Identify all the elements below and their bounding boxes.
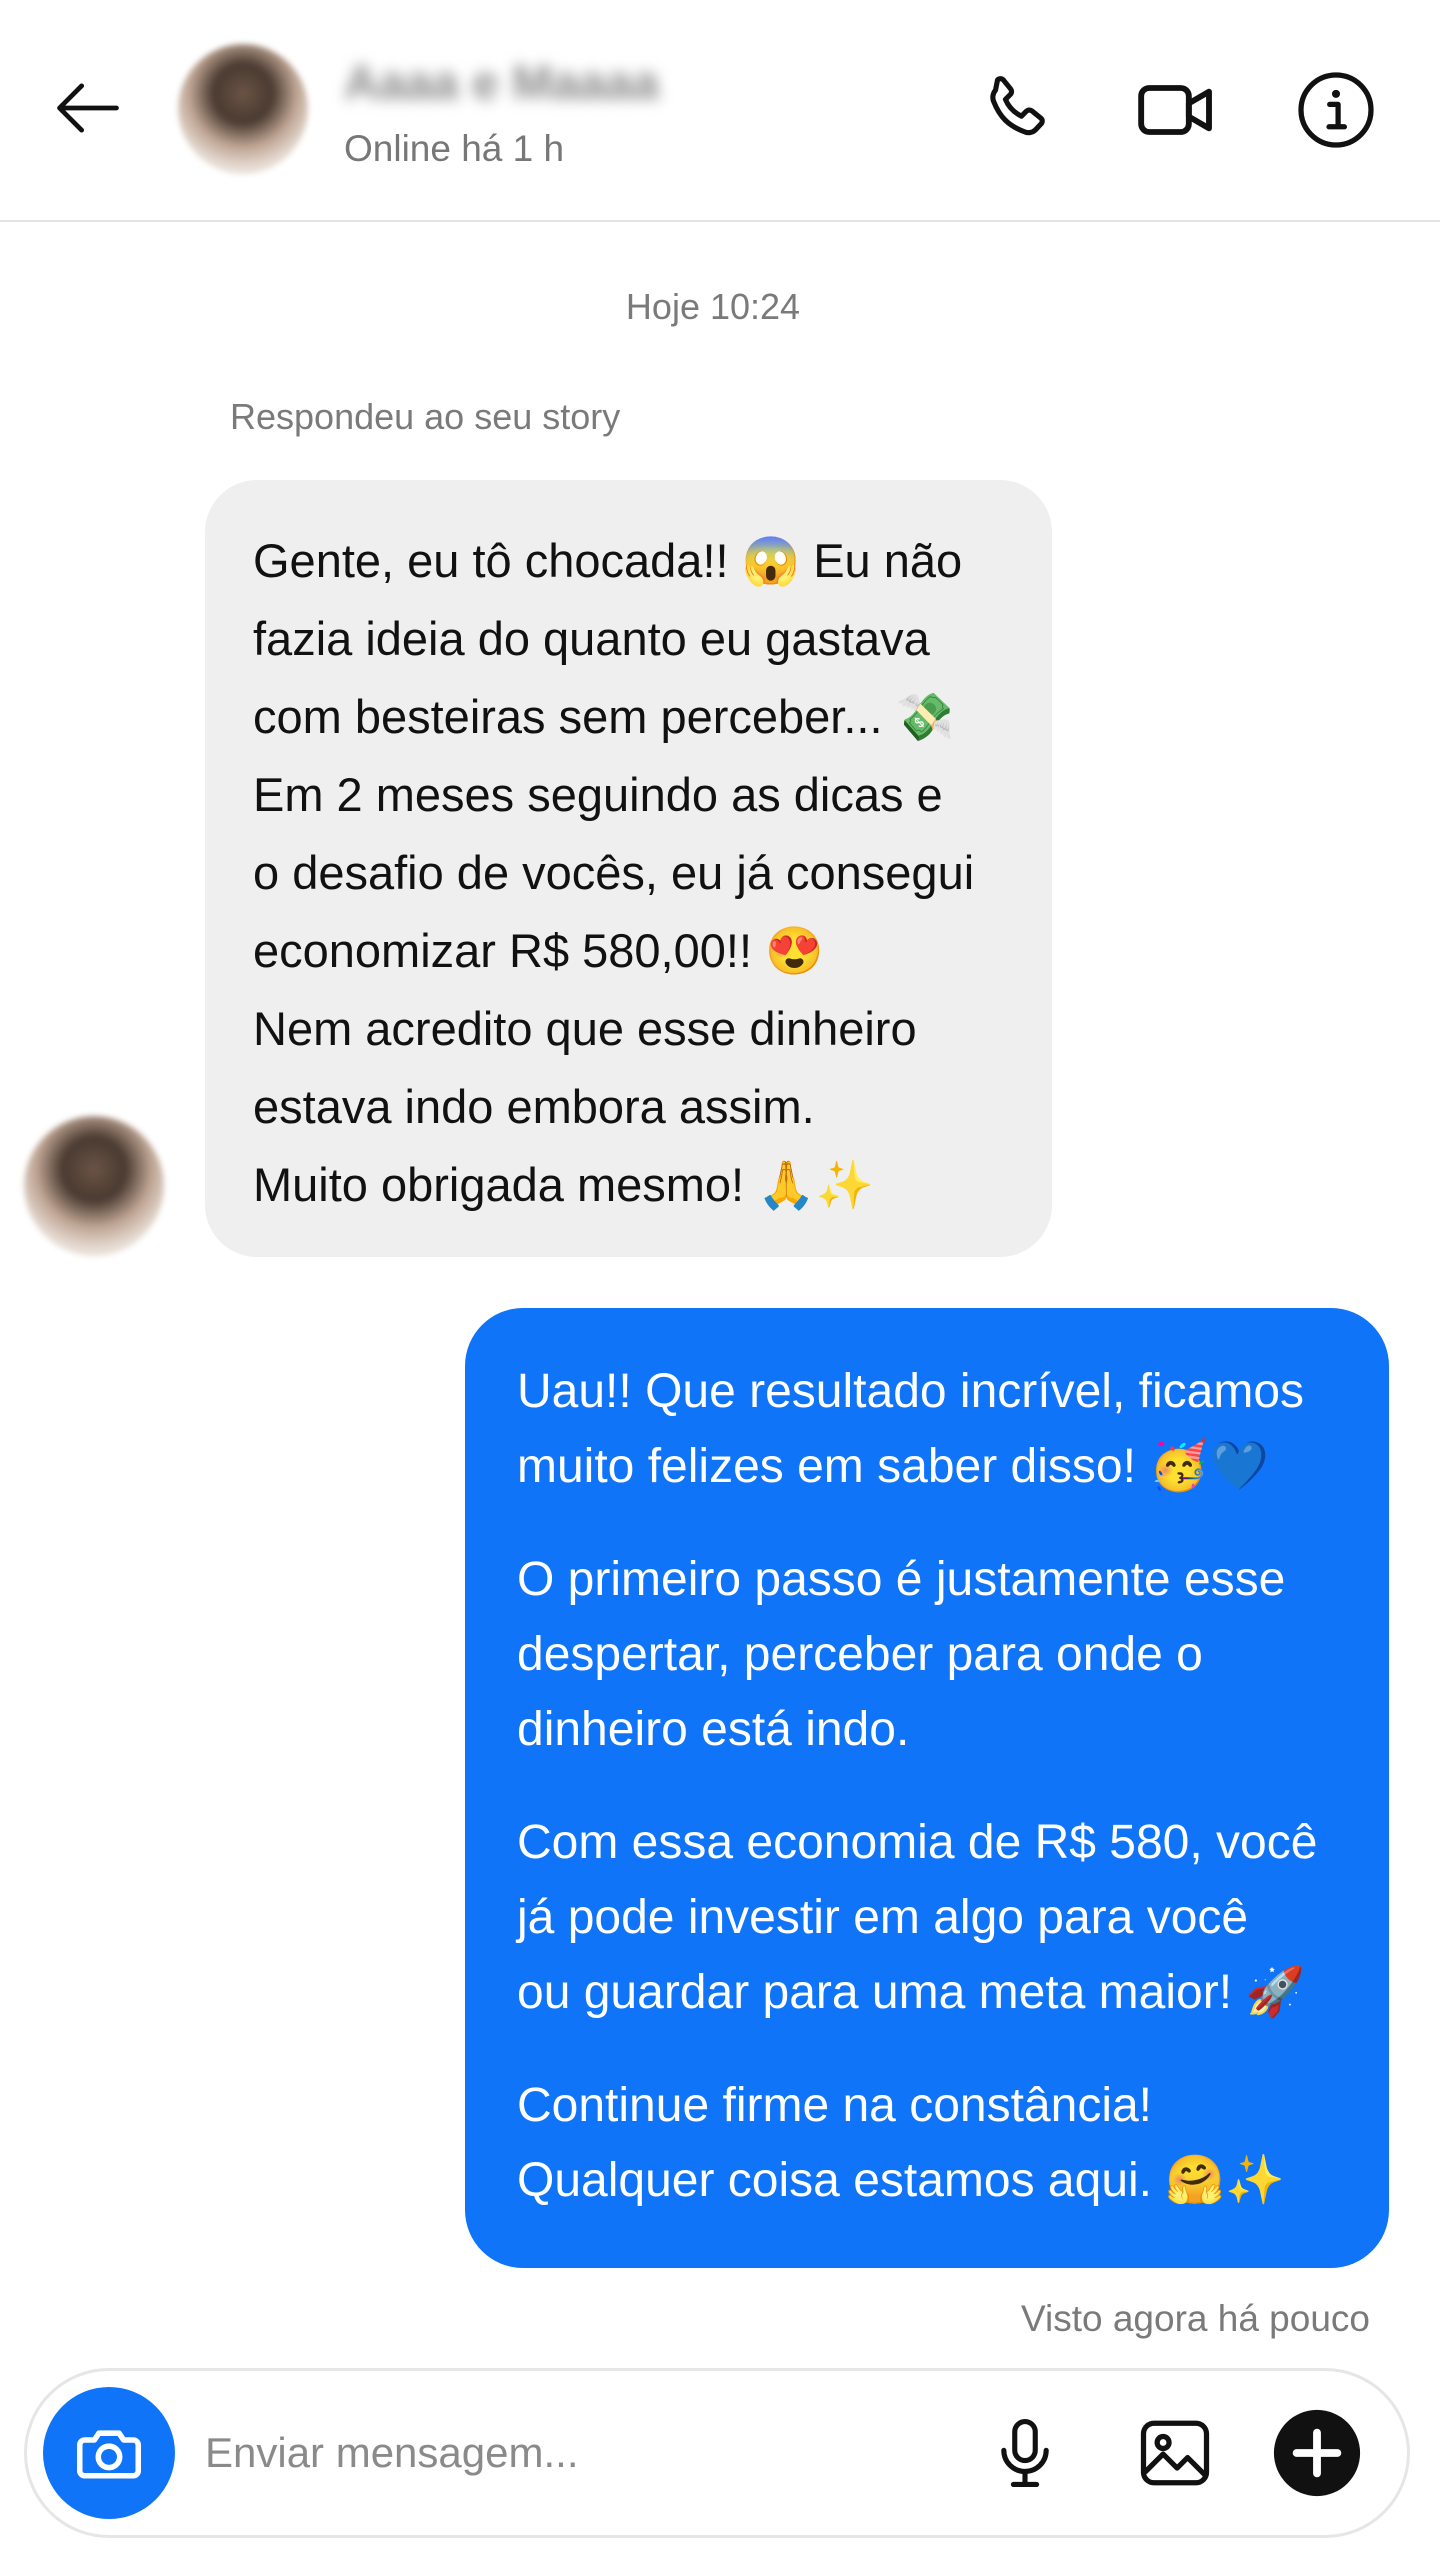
camera-button[interactable]	[43, 2387, 175, 2519]
seen-status: Visto agora há pouco	[1020, 2298, 1370, 2339]
message-line: ou guardar para uma meta maior! 🚀	[517, 1966, 1306, 2019]
message-composer	[24, 2368, 1410, 2538]
outgoing-message-bubble[interactable]: Uau!! Que resultado incrível, ficamos mu…	[465, 1308, 1389, 2268]
message-line: Uau!! Que resultado incrível, ficamos	[517, 1365, 1305, 1418]
camera-icon	[76, 2430, 142, 2479]
plus-icon	[1273, 2409, 1361, 2497]
voice-message-button[interactable]	[975, 2403, 1075, 2503]
message-line: fazia ideia do quanto eu gastava	[253, 612, 930, 665]
conversation-info-button[interactable]	[1286, 60, 1386, 160]
message-line: estava indo embora assim.	[253, 1080, 815, 1133]
audio-call-button[interactable]	[966, 60, 1066, 160]
chat-header: Aaaa e Maaaa Online há 1 h	[0, 0, 1440, 222]
back-button[interactable]	[40, 60, 136, 156]
message-paragraph: Uau!! Que resultado incrível, ficamos mu…	[517, 1354, 1349, 1504]
info-icon	[1298, 72, 1374, 148]
arrow-left-icon	[57, 83, 119, 133]
message-line: Nem acredito que esse dinheiro	[253, 1002, 917, 1055]
message-line: já pode investir em algo para você	[517, 1891, 1249, 1944]
sender-avatar[interactable]	[24, 1116, 164, 1256]
microphone-icon	[1001, 2419, 1049, 2487]
contact-status: Online há 1 h	[344, 128, 565, 169]
message-paragraph: Com essa economia de R$ 580, você já pod…	[517, 1805, 1349, 2030]
contact-avatar[interactable]	[178, 44, 308, 174]
message-line: Com essa economia de R$ 580, você	[517, 1816, 1318, 1869]
add-button[interactable]	[1267, 2403, 1367, 2503]
message-line: Qualquer coisa estamos aqui. 🤗✨	[517, 2154, 1285, 2207]
message-line: O primeiro passo é justamente esse	[517, 1553, 1286, 1606]
message-line: muito felizes em saber disso! 🥳💙	[517, 1440, 1269, 1493]
message-line: despertar, perceber para onde o	[517, 1628, 1203, 1681]
message-line: Em 2 meses seguindo as dicas e	[253, 768, 943, 821]
incoming-message-bubble[interactable]: Gente, eu tô chocada!! 😱 Eu não fazia id…	[205, 480, 1052, 1257]
phone-icon	[990, 76, 1045, 136]
video-call-button[interactable]	[1126, 60, 1226, 160]
video-camera-icon	[1138, 85, 1212, 135]
contact-name[interactable]: Aaaa e Maaaa	[344, 56, 704, 108]
message-line: o desafio de vocês, eu já consegui	[253, 846, 975, 899]
message-paragraph: Continue firme na constância! Qualquer c…	[517, 2068, 1349, 2218]
message-timestamp: Hoje 10:24	[625, 286, 801, 327]
message-paragraph: O primeiro passo é justamente esse despe…	[517, 1542, 1349, 1767]
message-input[interactable]	[205, 2413, 945, 2493]
image-icon	[1140, 2420, 1210, 2486]
message-line: dinheiro está indo.	[517, 1703, 910, 1756]
message-line: Gente, eu tô chocada!! 😱 Eu não	[253, 534, 963, 587]
gallery-button[interactable]	[1125, 2403, 1225, 2503]
message-line: economizar R$ 580,00!! 😍	[253, 924, 824, 977]
message-line: Muito obrigada mesmo! 🙏✨	[253, 1158, 875, 1211]
story-reply-label: Respondeu ao seu story	[230, 396, 621, 437]
message-line: com besteiras sem perceber... 💸	[253, 690, 955, 743]
message-line: Continue firme na constância!	[517, 2079, 1153, 2132]
